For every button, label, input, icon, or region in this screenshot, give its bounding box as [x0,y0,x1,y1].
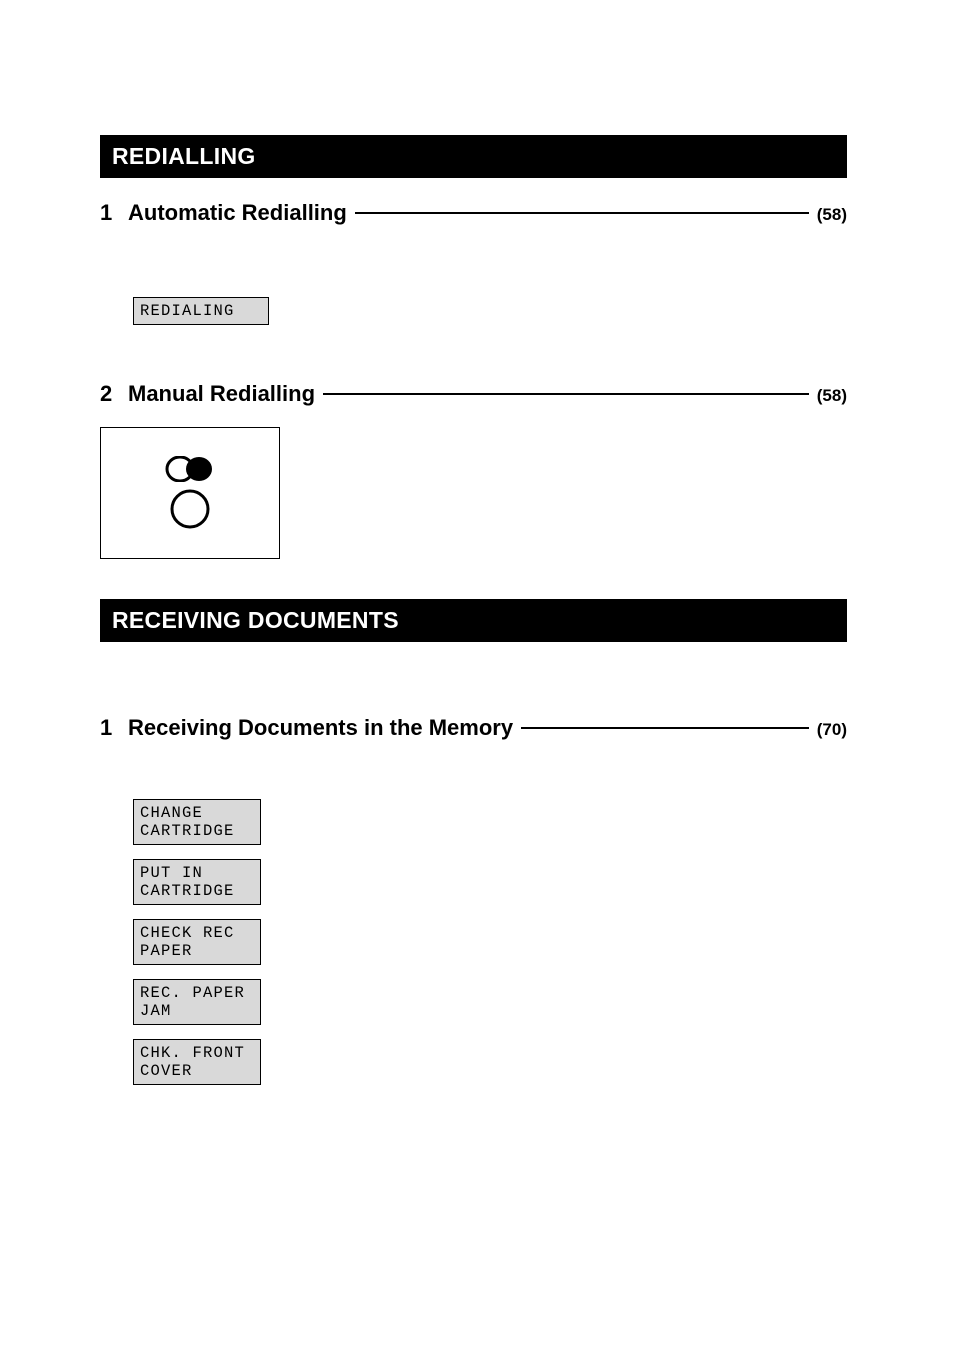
toc-entry: 1 Automatic Redialling (58) [100,200,847,226]
toc-entry: 1 Receiving Documents in the Memory (70) [100,715,847,741]
page-reference: (58) [817,386,847,406]
lcd-display: CHECK REC PAPER [133,919,261,965]
lcd-display: PUT IN CARTRIDGE [133,859,261,905]
page-reference: (58) [817,205,847,225]
lcd-display: REDIALING [133,297,269,325]
section-header-receiving: RECEIVING DOCUMENTS [100,599,847,642]
button-circle-icon [169,488,211,530]
redial-button-illustration [100,427,280,559]
entry-number: 2 [100,381,128,407]
lcd-display: CHANGE CARTRIDGE [133,799,261,845]
section-header-redialling: REDIALLING [100,135,847,178]
entry-number: 1 [100,200,128,226]
leader-line [355,211,809,214]
leader-line [521,726,809,729]
entry-title: Receiving Documents in the Memory [128,715,513,741]
lcd-display: CHK. FRONT COVER [133,1039,261,1085]
page-reference: (70) [817,720,847,740]
entry-number: 1 [100,715,128,741]
toc-entry: 2 Manual Redialling (58) [100,381,847,407]
lcd-display: REC. PAPER JAM [133,979,261,1025]
entry-title: Automatic Redialling [128,200,347,226]
redial-label-icon [165,456,215,482]
entry-title: Manual Redialling [128,381,315,407]
leader-line [323,392,809,395]
